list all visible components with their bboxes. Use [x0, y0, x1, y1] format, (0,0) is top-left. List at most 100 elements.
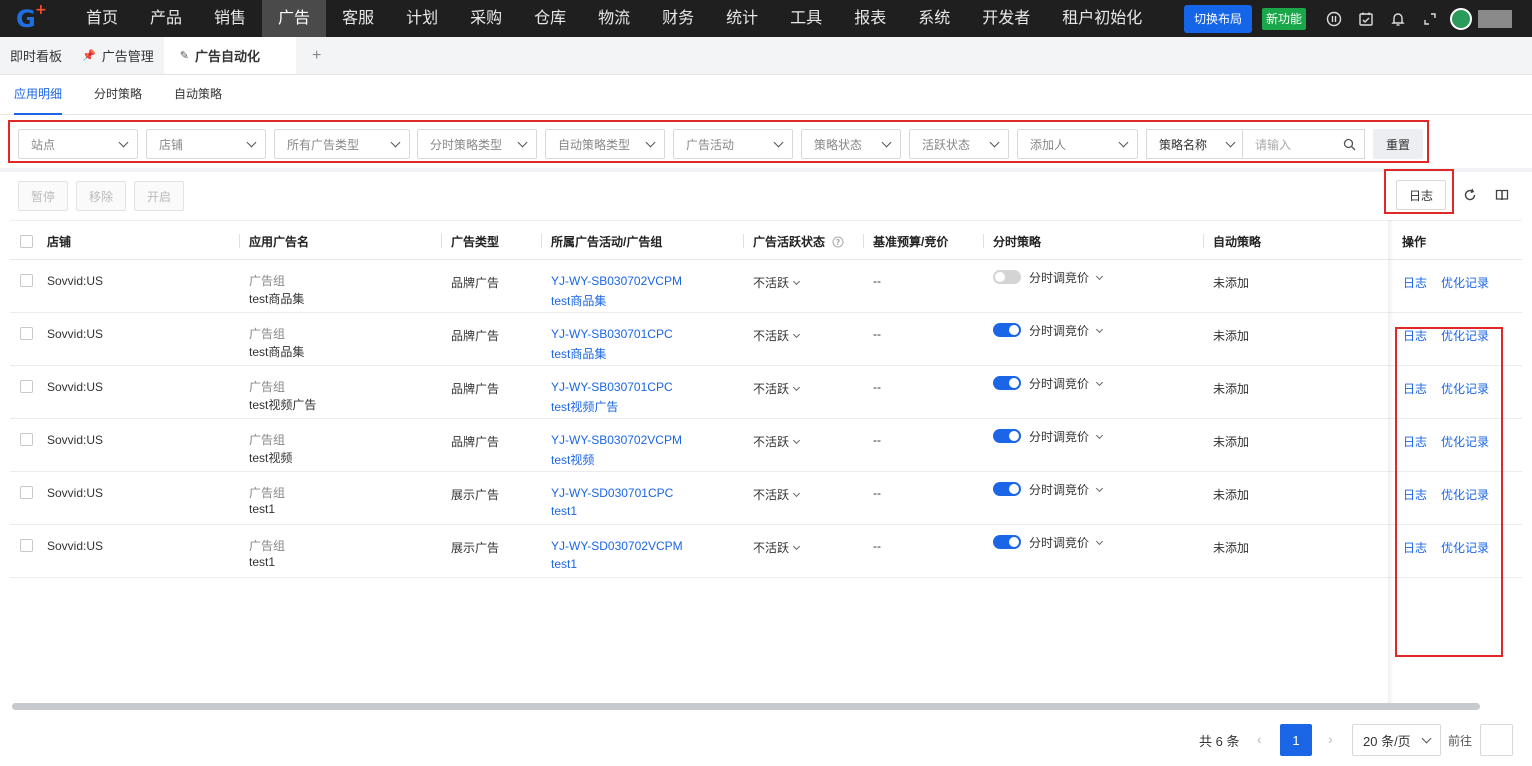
shop-select[interactable]: 店铺 — [146, 129, 266, 159]
calendar-check-icon[interactable] — [1350, 0, 1382, 37]
help-circle-icon[interactable]: ? — [832, 236, 844, 248]
auto-strategy-type-select[interactable]: 自动策略类型 — [545, 129, 665, 159]
time-strategy-type-select[interactable]: 分时策略类型 — [417, 129, 537, 159]
site-select[interactable]: 站点 — [18, 129, 138, 159]
ad-group-link[interactable]: test视频广告 — [551, 398, 618, 415]
enable-button[interactable]: 开启 — [134, 181, 184, 211]
campaign-link[interactable]: YJ-WY-SD030702VCPM — [551, 539, 683, 553]
nav-item-reports[interactable]: 报表 — [838, 0, 902, 37]
active-status-dropdown[interactable]: 不活跃 — [753, 433, 801, 450]
nav-item-product[interactable]: 产品 — [134, 0, 198, 37]
switch-layout-button[interactable]: 切换布局 — [1183, 4, 1252, 33]
page-size-select[interactable]: 20 条/页 — [1352, 724, 1441, 756]
search-icon[interactable] — [1343, 138, 1356, 151]
username-redacted[interactable] — [1478, 9, 1512, 28]
nav-item-developer[interactable]: 开发者 — [966, 0, 1046, 37]
toggle-knob — [1009, 325, 1019, 335]
nav-item-warehouse[interactable]: 仓库 — [518, 0, 582, 37]
nav-item-ads[interactable]: 广告 — [262, 0, 327, 37]
strategy-name-field-select[interactable]: 策略名称 — [1147, 130, 1243, 158]
ad-group-link[interactable]: test1 — [551, 557, 577, 571]
nav-item-tenant-init[interactable]: 租户初始化 — [1046, 0, 1158, 37]
reset-button[interactable]: 重置 — [1373, 129, 1423, 159]
row-log-link[interactable]: 日志 — [1403, 274, 1427, 291]
nav-item-logistics[interactable]: 物流 — [582, 0, 646, 37]
site-select-label: 站点 — [31, 137, 56, 152]
time-strategy-dropdown[interactable]: 分时调竞价 — [1029, 534, 1104, 551]
campaign-link[interactable]: YJ-WY-SB030702VCPM — [551, 274, 682, 288]
row-checkbox[interactable] — [20, 274, 33, 287]
book-icon[interactable] — [1492, 185, 1512, 205]
new-feature-badge[interactable]: 新功能 — [1261, 7, 1306, 30]
ad-group-link[interactable]: test商品集 — [551, 345, 606, 362]
refresh-icon[interactable] — [1460, 185, 1480, 205]
campaign-link[interactable]: YJ-WY-SB030701CPC — [551, 380, 673, 394]
tab-ad-automation[interactable]: ✎ 广告自动化 — [163, 37, 296, 74]
next-page-icon[interactable]: › — [1328, 731, 1333, 747]
avatar[interactable] — [1450, 7, 1472, 30]
goto-page-input[interactable] — [1480, 724, 1513, 756]
campaign-link[interactable]: YJ-WY-SD030701CPC — [551, 486, 673, 500]
nav-item-sales[interactable]: 销售 — [198, 0, 262, 37]
time-strategy-toggle[interactable] — [993, 270, 1021, 284]
time-strategy-dropdown[interactable]: 分时调竞价 — [1029, 269, 1104, 286]
ad-group-link[interactable]: test视频 — [551, 451, 594, 468]
tab-dashboard[interactable]: 即时看板 — [0, 37, 72, 74]
time-strategy-dropdown[interactable]: 分时调竞价 — [1029, 375, 1104, 392]
bell-icon[interactable] — [1382, 0, 1414, 37]
row-checkbox[interactable] — [20, 486, 33, 499]
row-checkbox[interactable] — [20, 433, 33, 446]
active-status-select[interactable]: 活跃状态 — [909, 129, 1009, 159]
time-strategy-toggle[interactable] — [993, 535, 1021, 549]
subtab-auto-strategy[interactable]: 自动策略 — [174, 75, 222, 115]
pause-circle-icon[interactable] — [1318, 0, 1350, 37]
nav-item-tools[interactable]: 工具 — [774, 0, 838, 37]
active-status-dropdown[interactable]: 不活跃 — [753, 327, 801, 344]
row-checkbox[interactable] — [20, 380, 33, 393]
add-tab-button[interactable]: + — [296, 37, 337, 74]
horizontal-scrollbar[interactable] — [12, 703, 1480, 710]
nav-item-purchase[interactable]: 采购 — [454, 0, 518, 37]
time-strategy-toggle[interactable] — [993, 429, 1021, 443]
page-number-current[interactable]: 1 — [1280, 724, 1312, 756]
app-logo[interactable]: G + — [0, 0, 70, 37]
optimization-record-link[interactable]: 优化记录 — [1441, 274, 1489, 291]
time-strategy-dropdown[interactable]: 分时调竞价 — [1029, 481, 1104, 498]
ad-type-select[interactable]: 所有广告类型 — [274, 129, 410, 159]
prev-page-icon[interactable]: ‹ — [1257, 731, 1262, 747]
time-strategy-dropdown[interactable]: 分时调竞价 — [1029, 428, 1104, 445]
log-button[interactable]: 日志 — [1396, 180, 1446, 210]
ad-group-link[interactable]: test商品集 — [551, 292, 606, 309]
strategy-status-select[interactable]: 策略状态 — [801, 129, 901, 159]
nav-item-finance[interactable]: 财务 — [646, 0, 710, 37]
subtab-time-strategy[interactable]: 分时策略 — [94, 75, 142, 115]
tab-ad-manage[interactable]: 📌 广告管理 — [72, 37, 164, 74]
creator-select[interactable]: 添加人 — [1017, 129, 1138, 159]
nav-item-system[interactable]: 系统 — [902, 0, 966, 37]
fullscreen-icon[interactable] — [1414, 0, 1446, 37]
nav-item-stats[interactable]: 统计 — [710, 0, 774, 37]
row-checkbox[interactable] — [20, 327, 33, 340]
time-strategy-toggle[interactable] — [993, 376, 1021, 390]
active-status-dropdown[interactable]: 不活跃 — [753, 274, 801, 291]
time-strategy-toggle[interactable] — [993, 323, 1021, 337]
time-strategy-dropdown[interactable]: 分时调竞价 — [1029, 322, 1104, 339]
chevron-down-icon — [1095, 484, 1104, 493]
active-status-dropdown[interactable]: 不活跃 — [753, 539, 801, 556]
search-input[interactable]: 请输入 — [1243, 130, 1364, 158]
ad-group-link[interactable]: test1 — [551, 504, 577, 518]
campaign-link[interactable]: YJ-WY-SB030702VCPM — [551, 433, 682, 447]
campaign-link[interactable]: YJ-WY-SB030701CPC — [551, 327, 673, 341]
nav-item-service[interactable]: 客服 — [326, 0, 390, 37]
time-strategy-toggle[interactable] — [993, 482, 1021, 496]
remove-button[interactable]: 移除 — [76, 181, 126, 211]
active-status-dropdown[interactable]: 不活跃 — [753, 486, 801, 503]
select-all-checkbox[interactable] — [20, 235, 33, 248]
pause-button[interactable]: 暂停 — [18, 181, 68, 211]
active-status-dropdown[interactable]: 不活跃 — [753, 380, 801, 397]
nav-item-plan[interactable]: 计划 — [390, 0, 454, 37]
subtab-app-detail[interactable]: 应用明细 — [14, 75, 63, 115]
nav-item-home[interactable]: 首页 — [70, 0, 134, 37]
campaign-select[interactable]: 广告活动 — [673, 129, 793, 159]
row-checkbox[interactable] — [20, 539, 33, 552]
